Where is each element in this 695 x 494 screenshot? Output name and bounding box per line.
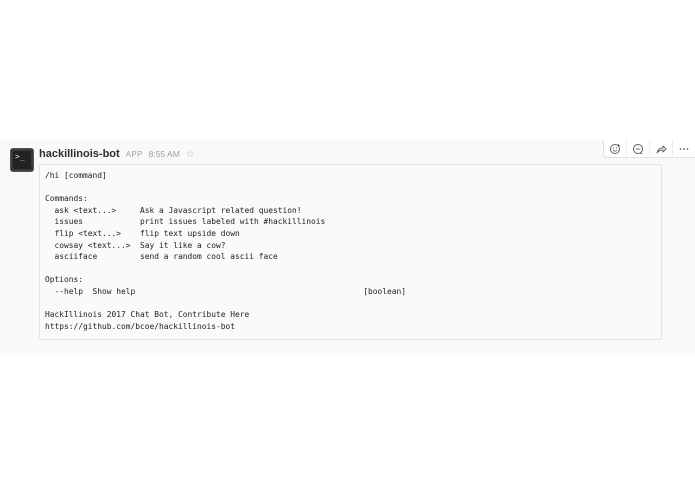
share-icon[interactable]: [649, 140, 672, 157]
start-thread-icon[interactable]: [626, 140, 649, 157]
terminal-icon: >_: [15, 152, 25, 161]
message-timestamp[interactable]: 8:55 AM: [149, 149, 180, 159]
add-reaction-icon[interactable]: [604, 140, 626, 157]
message-header: hackillinois-bot APP 8:55 AM ☆: [39, 148, 195, 160]
code-line: Options:: [45, 275, 84, 285]
code-line: issues print issues labeled with #hackil…: [45, 217, 326, 227]
bot-avatar[interactable]: >_: [10, 148, 34, 172]
code-line: cowsay <text...> Say it like a cow?: [45, 240, 226, 250]
message-actions: [603, 140, 695, 158]
code-line: Commands:: [45, 194, 88, 204]
more-actions-icon[interactable]: [672, 140, 695, 157]
star-icon[interactable]: ☆: [186, 149, 195, 160]
app-badge: APP: [125, 150, 143, 159]
code-line: /hi [command]: [45, 171, 107, 180]
message-row: >_ hackillinois-bot APP 8:55 AM ☆ /hi [c…: [0, 140, 695, 353]
code-line: asciiface send a random cool ascii face: [45, 252, 278, 262]
code-line: --help Show help [boolean]: [45, 286, 407, 296]
code-line: HackIllinois 2017 Chat Bot, Contribute H…: [45, 310, 250, 320]
code-line: flip <text...> flip text upside down: [45, 228, 240, 238]
code-line: ask <text...> Ask a Javascript related q…: [45, 205, 302, 215]
code-block: /hi [command] Commands: ask <text...> As…: [39, 164, 662, 340]
sender-name[interactable]: hackillinois-bot: [39, 148, 120, 160]
code-line: https://github.com/bcoe/hackillinois-bot: [45, 321, 236, 331]
bot-help-text: /hi [command] Commands: ask <text...> As…: [45, 170, 661, 332]
